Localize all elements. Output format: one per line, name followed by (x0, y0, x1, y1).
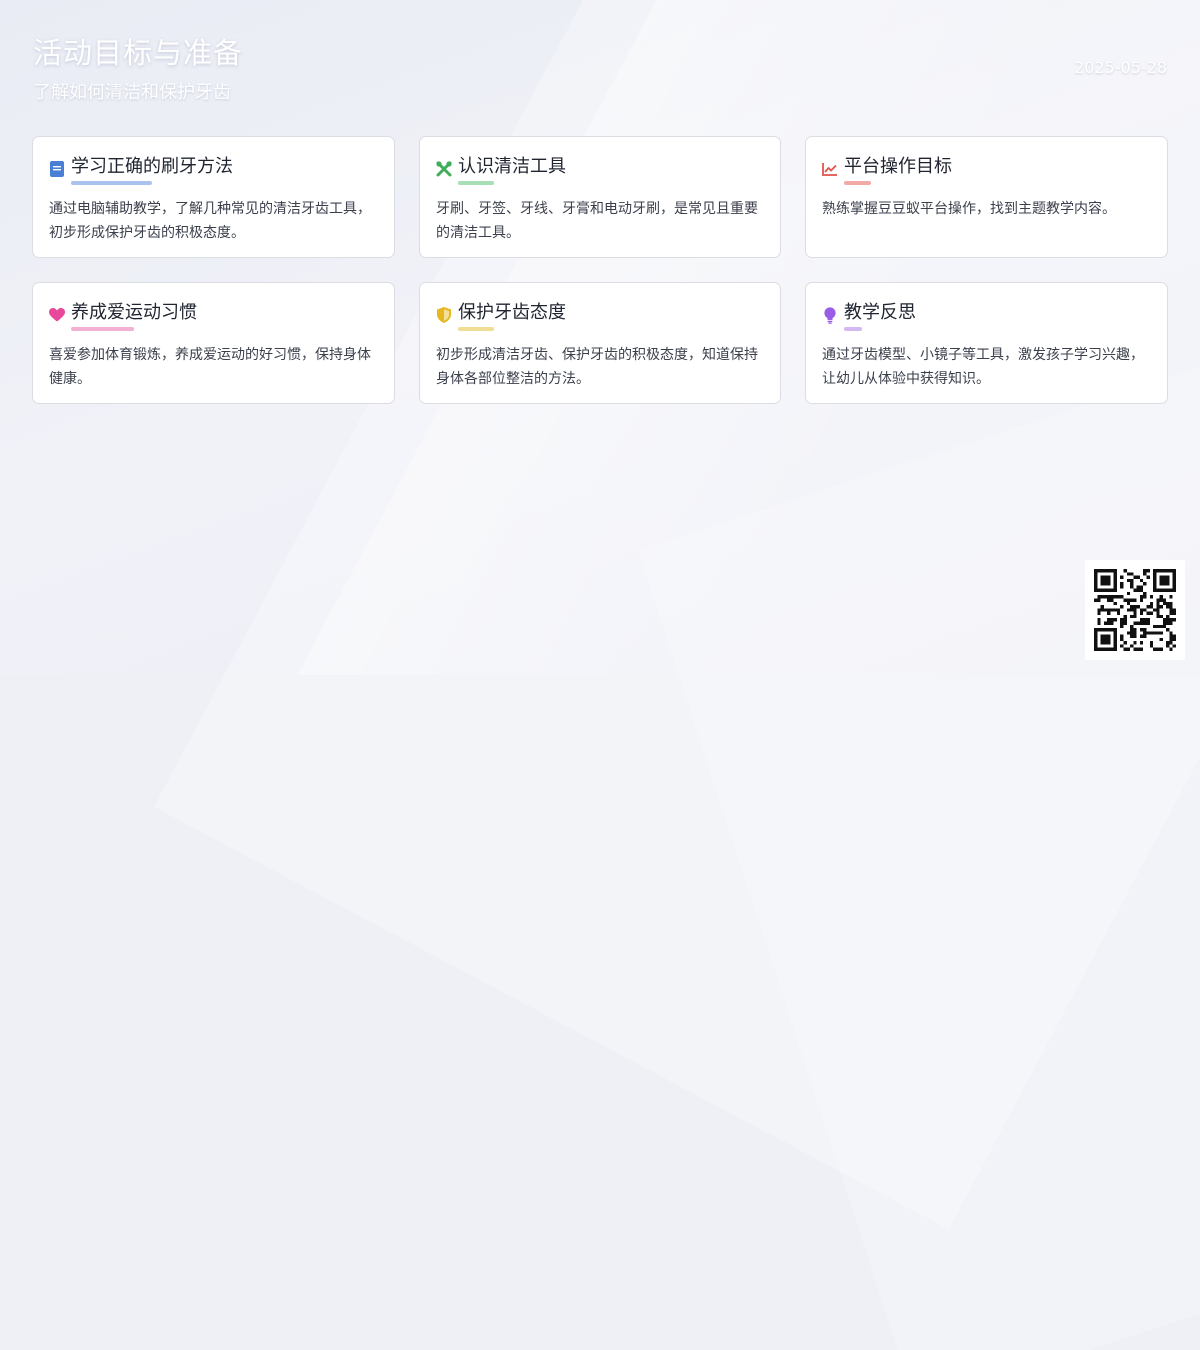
tools-icon (436, 161, 452, 177)
card-description: 牙刷、牙签、牙线、牙膏和电动牙刷，是常见且重要的清洁工具。 (436, 201, 758, 241)
title-underline (844, 181, 871, 185)
chart-line-icon (822, 161, 838, 177)
title-underline (458, 181, 494, 185)
goal-card-brushing: 学习正确的刷牙方法 通过电脑辅助教学，了解几种常见的清洁牙齿工具，初步形成保护牙… (32, 136, 395, 258)
card-description: 通过电脑辅助教学，了解几种常见的清洁牙齿工具，初步形成保护牙齿的积极态度。 (49, 201, 371, 241)
goal-card-protection: 保护牙齿态度 初步形成清洁牙齿、保护牙齿的积极态度，知道保持身体各部位整洁的方法… (419, 282, 781, 404)
goal-card-reflection: 教学反思 通过牙齿模型、小镜子等工具，激发孩子学习兴趣，让幼儿从体验中获得知识。 (805, 282, 1168, 404)
card-title: 教学反思 (844, 302, 916, 323)
card-title: 养成爱运动习惯 (71, 302, 197, 323)
card-description: 初步形成清洁牙齿、保护牙齿的积极态度，知道保持身体各部位整洁的方法。 (436, 347, 758, 387)
card-title: 学习正确的刷牙方法 (71, 156, 233, 177)
goal-card-exercise: 养成爱运动习惯 喜爱参加体育锻炼，养成爱运动的好习惯，保持身体健康。 (32, 282, 395, 404)
title-underline (844, 327, 862, 331)
goal-card-grid: 学习正确的刷牙方法 通过电脑辅助教学，了解几种常见的清洁牙齿工具，初步形成保护牙… (32, 136, 1168, 404)
page-title: 活动目标与准备 (33, 36, 244, 70)
title-underline (71, 181, 152, 185)
shield-icon (436, 307, 452, 323)
card-description: 熟练掌握豆豆蚁平台操作，找到主题教学内容。 (822, 201, 1116, 217)
card-description: 通过牙齿模型、小镜子等工具，激发孩子学习兴趣，让幼儿从体验中获得知识。 (822, 347, 1144, 387)
card-title: 平台操作目标 (844, 156, 952, 177)
heart-icon (49, 307, 65, 323)
page-date: 2025-05-28 (1074, 58, 1167, 77)
title-underline (71, 327, 134, 331)
lightbulb-icon (822, 306, 838, 324)
goal-card-platform: 平台操作目标 熟练掌握豆豆蚁平台操作，找到主题教学内容。 (805, 136, 1168, 258)
card-description: 喜爱参加体育锻炼，养成爱运动的好习惯，保持身体健康。 (49, 347, 371, 387)
qr-code-icon (1085, 560, 1185, 660)
book-icon (49, 161, 65, 177)
page-subtitle: 了解如何清洁和保护牙齿 (33, 82, 231, 103)
goal-card-tools: 认识清洁工具 牙刷、牙签、牙线、牙膏和电动牙刷，是常见且重要的清洁工具。 (419, 136, 781, 258)
card-title: 保护牙齿态度 (458, 302, 566, 323)
card-title: 认识清洁工具 (458, 156, 566, 177)
title-underline (458, 327, 494, 331)
